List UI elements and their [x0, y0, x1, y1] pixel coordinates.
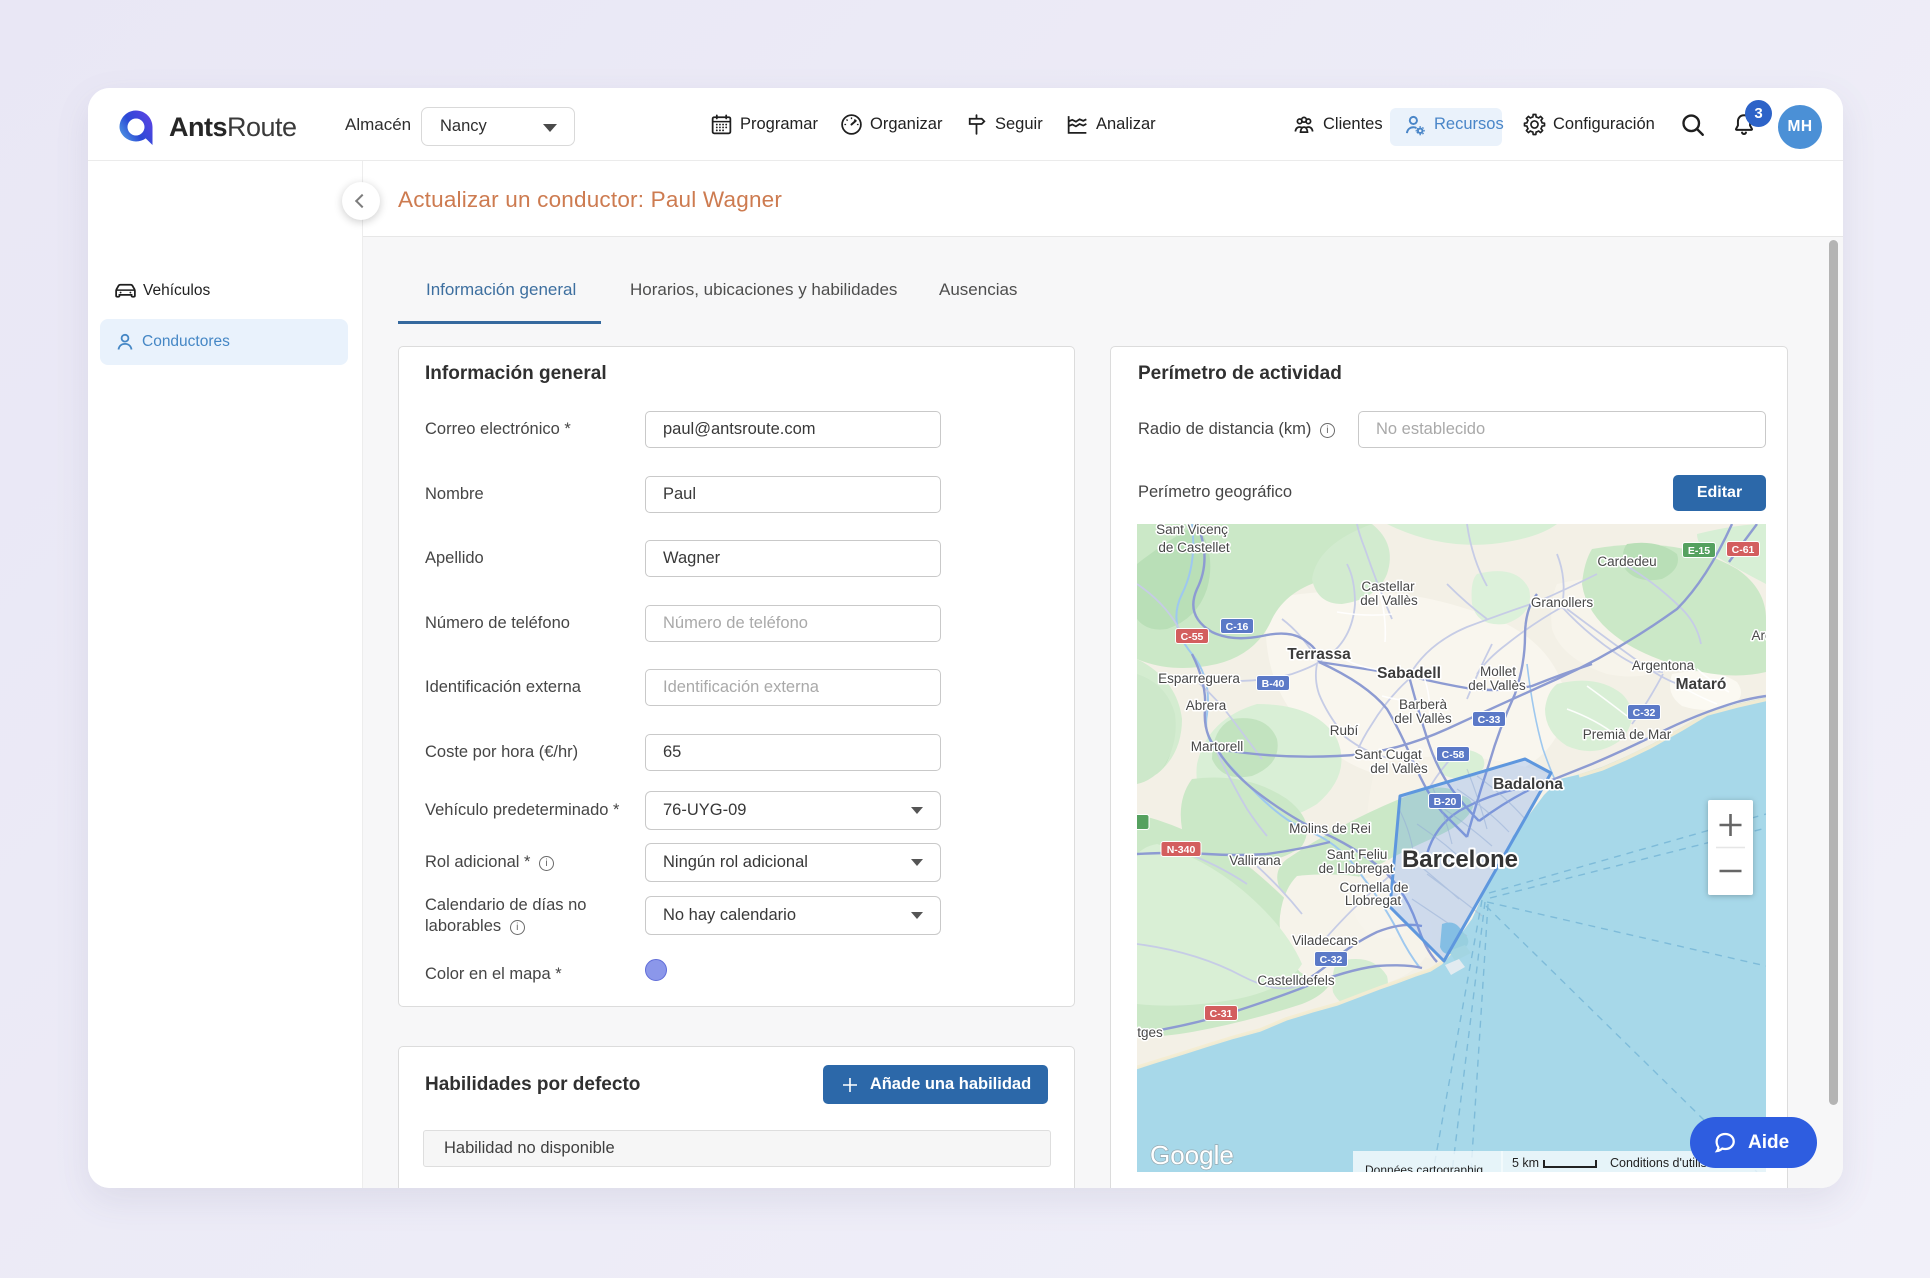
svg-text:Badalona: Badalona	[1493, 776, 1563, 793]
svg-text:Rubí: Rubí	[1330, 723, 1359, 738]
svg-text:Abrera: Abrera	[1186, 698, 1227, 713]
svg-text:del Vallès: del Vallès	[1468, 678, 1526, 693]
svg-text:C-61: C-61	[1732, 544, 1755, 556]
svg-text:Cardedeu: Cardedeu	[1597, 554, 1656, 569]
svg-text:Vallirana: Vallirana	[1229, 853, 1281, 868]
svg-text:Conditions d'utilis: Conditions d'utilis	[1610, 1156, 1707, 1170]
svg-text:C-58: C-58	[1442, 749, 1465, 761]
svg-text:5 km: 5 km	[1512, 1156, 1539, 1170]
svg-text:Barcelone: Barcelone	[1402, 846, 1518, 873]
svg-text:N-340: N-340	[1167, 844, 1196, 856]
svg-text:C-32: C-32	[1320, 954, 1343, 966]
svg-text:Esparreguera: Esparreguera	[1158, 671, 1240, 686]
svg-text:C-32: C-32	[1633, 707, 1656, 719]
svg-text:del Vallès: del Vallès	[1360, 593, 1418, 608]
svg-text:Sant Cugat: Sant Cugat	[1354, 747, 1422, 762]
svg-text:Viladecans: Viladecans	[1292, 933, 1358, 948]
svg-text:C-16: C-16	[1226, 621, 1249, 633]
svg-text:Castellar: Castellar	[1361, 579, 1415, 594]
svg-text:Martorell: Martorell	[1191, 739, 1244, 754]
svg-text:E-15: E-15	[1688, 545, 1710, 557]
svg-text:Sabadell: Sabadell	[1377, 665, 1441, 682]
svg-text:Are: Are	[1751, 628, 1766, 643]
svg-text:Barberà: Barberà	[1399, 697, 1448, 712]
svg-text:Mataró: Mataró	[1676, 676, 1727, 693]
svg-text:de Castellet: de Castellet	[1158, 540, 1230, 555]
svg-text:Terrassa: Terrassa	[1287, 646, 1351, 663]
svg-text:B-40: B-40	[1262, 678, 1285, 690]
svg-text:Google: Google	[1150, 1140, 1234, 1170]
svg-text:Premià de Mar: Premià de Mar	[1583, 727, 1672, 742]
svg-text:de Llobregat: de Llobregat	[1318, 861, 1393, 876]
svg-text:del Vallès: del Vallès	[1394, 711, 1452, 726]
svg-text:B-20: B-20	[1434, 796, 1457, 808]
svg-text:Mollet: Mollet	[1480, 664, 1516, 679]
svg-text:C-55: C-55	[1181, 631, 1204, 643]
svg-text:Données cartographiq: Données cartographiq	[1365, 1163, 1483, 1172]
svg-text:del Vallès: del Vallès	[1370, 761, 1428, 776]
svg-text:Castelldefels: Castelldefels	[1257, 973, 1335, 988]
svg-text:Molins de Rei: Molins de Rei	[1289, 821, 1371, 836]
svg-text:C-33: C-33	[1478, 714, 1501, 726]
svg-text:Granollers: Granollers	[1531, 595, 1594, 610]
svg-text:Sant Vicenç: Sant Vicenç	[1156, 524, 1228, 537]
svg-text:Llobregat: Llobregat	[1345, 893, 1402, 908]
svg-text:Sant Feliu: Sant Feliu	[1327, 847, 1388, 862]
svg-text:Argentona: Argentona	[1632, 658, 1695, 673]
svg-text:tges: tges	[1137, 1025, 1163, 1040]
svg-text:C-31: C-31	[1210, 1008, 1233, 1020]
